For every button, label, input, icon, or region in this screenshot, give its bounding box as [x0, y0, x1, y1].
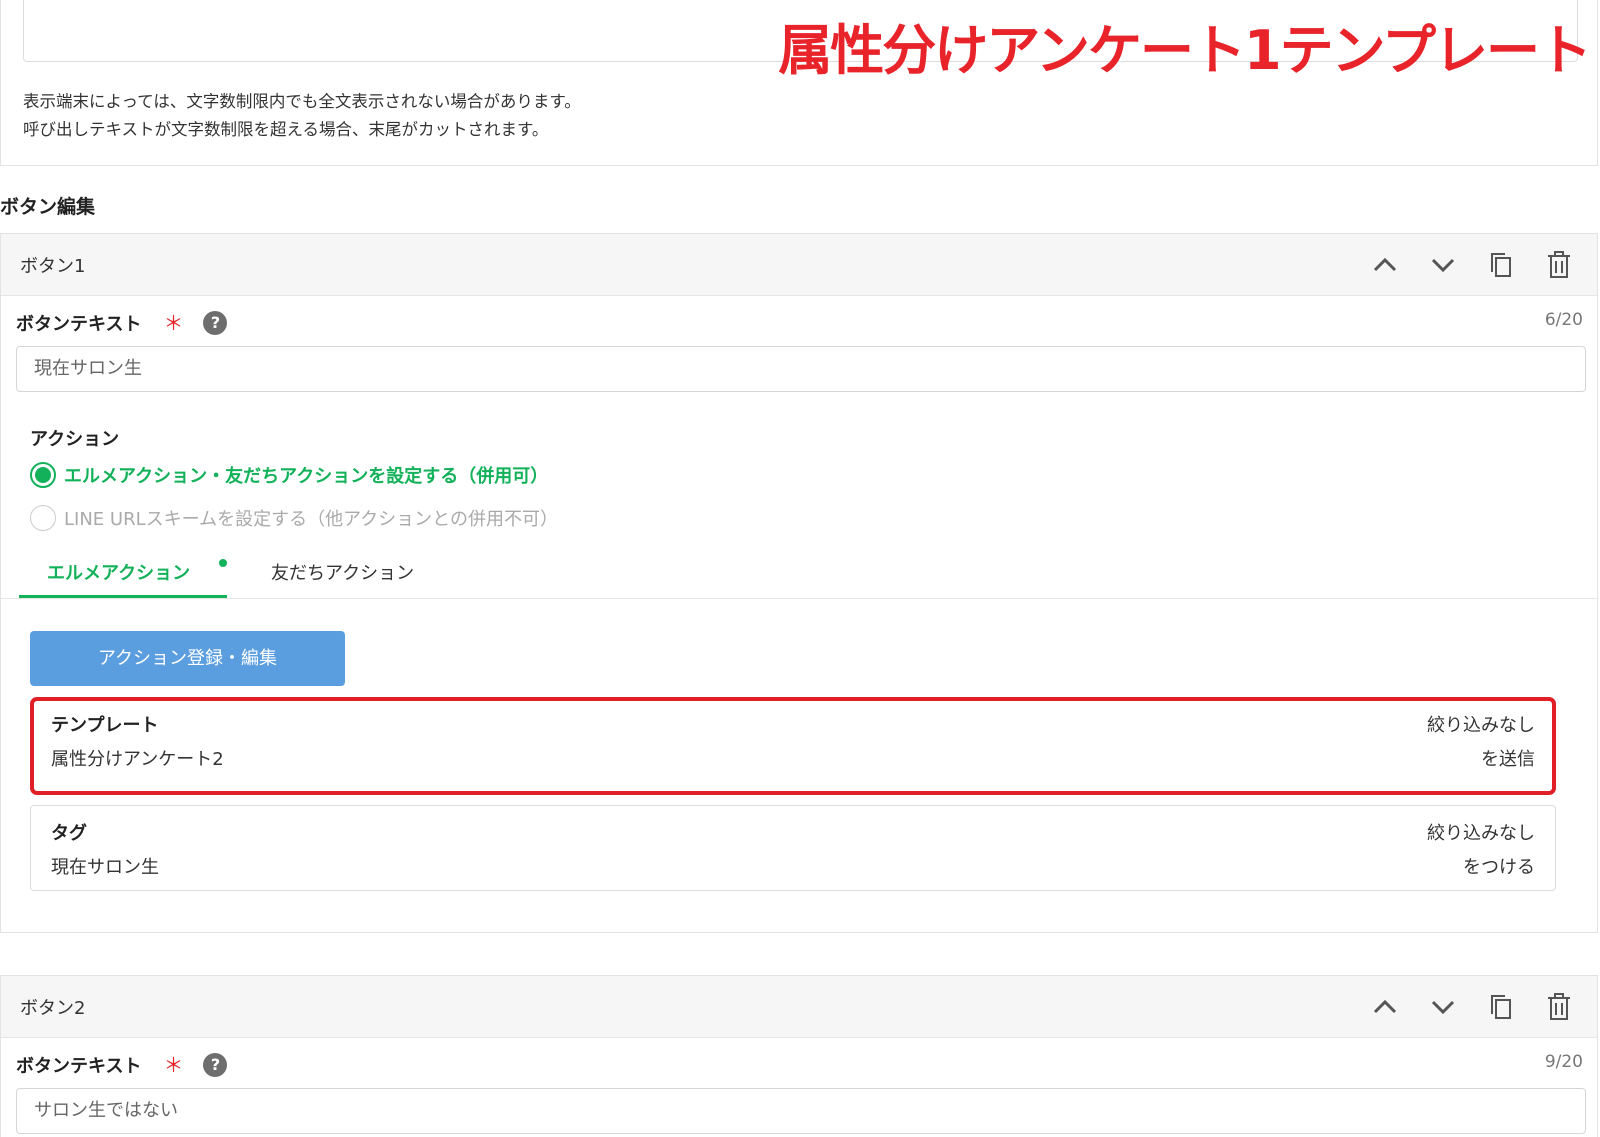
- action-tabs: エルメアクション 友だちアクション: [1, 553, 1599, 599]
- help-icon[interactable]: ?: [203, 1053, 228, 1077]
- button-text-input[interactable]: サロン生ではない: [16, 1088, 1586, 1134]
- chevron-up-icon[interactable]: [1369, 249, 1401, 281]
- button-text-label-text: ボタンテキスト: [16, 314, 142, 335]
- annotation-title: 属性分けアンケート1テンプレート: [778, 19, 1592, 82]
- required-mark: ＊: [163, 1053, 184, 1077]
- trash-icon[interactable]: [1543, 991, 1575, 1023]
- help-icon[interactable]: ?: [203, 311, 228, 335]
- action-item-template[interactable]: テンプレート 属性分けアンケート2 絞り込みなし を送信: [30, 697, 1556, 795]
- action-item-tag[interactable]: タグ 現在サロン生 絞り込みなし をつける: [30, 805, 1556, 891]
- card-header: ボタン1: [1, 234, 1597, 296]
- action-verb: を送信: [1481, 749, 1535, 770]
- action-key: タグ: [51, 823, 87, 844]
- radio-line-url-scheme[interactable]: LINE URLスキームを設定する（他アクションとの併用不可）: [30, 505, 558, 531]
- char-counter: 6/20: [1544, 310, 1583, 330]
- button-text-label: ボタンテキスト ＊?: [16, 307, 228, 336]
- tab-label: エルメアクション: [47, 563, 191, 584]
- chevron-down-icon[interactable]: [1427, 991, 1459, 1023]
- card-title: ボタン2: [20, 998, 86, 1019]
- radio-label: LINE URLスキームを設定する（他アクションとの併用不可）: [64, 509, 558, 530]
- button-text-label-text: ボタンテキスト: [16, 1056, 142, 1077]
- chevron-down-icon[interactable]: [1427, 249, 1459, 281]
- tab-friend-action[interactable]: 友だちアクション: [271, 559, 414, 585]
- card-header: ボタン2: [1, 976, 1597, 1038]
- action-verb: をつける: [1463, 857, 1535, 878]
- radio-circle[interactable]: [30, 505, 56, 531]
- copy-icon[interactable]: [1485, 991, 1517, 1023]
- section-title: ボタン編集: [0, 196, 96, 218]
- action-value: 現在サロン生: [51, 857, 159, 878]
- chevron-up-icon[interactable]: [1369, 991, 1401, 1023]
- radio-elme-action[interactable]: エルメアクション・友だちアクションを設定する（併用可）: [30, 462, 548, 488]
- active-dot: [219, 559, 227, 567]
- button-card-2: ボタン2 ボタンテキスト ＊? 9/20 サロン生ではない: [0, 975, 1598, 1137]
- button-card-1: ボタン1 ボタンテキスト ＊? 6/20 現在サロン生 アクション エルメアクショ…: [0, 233, 1599, 933]
- radio-label: エルメアクション・友だちアクションを設定する（併用可）: [64, 466, 549, 487]
- tab-elme-action[interactable]: エルメアクション: [19, 559, 227, 598]
- copy-icon[interactable]: [1485, 249, 1517, 281]
- action-filter: 絞り込みなし: [1427, 823, 1535, 844]
- trash-icon[interactable]: [1543, 249, 1575, 281]
- action-register-edit-button[interactable]: アクション登録・編集: [30, 631, 345, 686]
- action-key: テンプレート: [51, 715, 159, 736]
- action-filter: 絞り込みなし: [1427, 715, 1535, 736]
- action-value: 属性分けアンケート2: [51, 749, 224, 770]
- button-text-input[interactable]: 現在サロン生: [16, 346, 1586, 392]
- note-line-2: 呼び出しテキストが文字数制限を超える場合、末尾がカットされます。: [23, 120, 549, 139]
- radio-circle-selected[interactable]: [30, 462, 56, 488]
- note-line-1: 表示端末によっては、文字数制限内でも全文表示されない場合があります。: [23, 92, 581, 111]
- char-counter: 9/20: [1544, 1052, 1583, 1072]
- button-text-label: ボタンテキスト ＊?: [16, 1049, 228, 1078]
- card-title: ボタン1: [20, 256, 86, 277]
- message-notes: 表示端末によっては、文字数制限内でも全文表示されない場合があります。 呼び出しテ…: [23, 88, 581, 144]
- action-label: アクション: [30, 429, 120, 450]
- required-mark: ＊: [163, 311, 184, 335]
